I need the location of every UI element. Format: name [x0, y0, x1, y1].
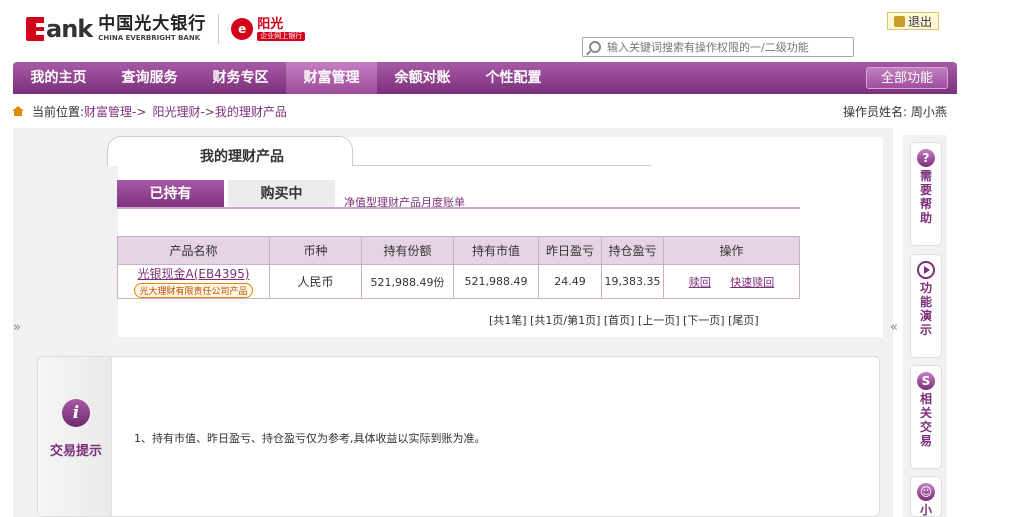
- yesterday-pnl-cell: 24.49: [538, 264, 602, 299]
- main-nav: 我的主页 查询服务 财务专区 财富管理 余额对账 个性配置 全部功能: [13, 62, 957, 94]
- issuer-badge: 光大理财有限责任公司产品: [134, 283, 253, 298]
- nav-item-query[interactable]: 查询服务: [104, 62, 195, 94]
- logo-cn-name: 中国光大银行: [98, 14, 207, 34]
- sunshine-icon: e: [231, 18, 254, 40]
- more-button[interactable]: ☺ 小: [910, 476, 942, 517]
- sunshine-title: 阳光: [257, 16, 284, 32]
- quick-redeem-link[interactable]: 快速赎回: [730, 276, 774, 289]
- col-shares: 持有份额: [361, 236, 454, 265]
- collapse-right-icon[interactable]: «: [890, 320, 898, 335]
- logout-label: 退出: [908, 14, 933, 29]
- col-currency: 币种: [269, 236, 362, 265]
- nav-item-home[interactable]: 我的主页: [13, 62, 104, 94]
- nav-item-finance[interactable]: 财务专区: [195, 62, 286, 94]
- sunshine-subtitle: 企业网上银行: [257, 31, 306, 41]
- logout-icon: [894, 15, 905, 27]
- breadcrumb-wealth[interactable]: 财富管理->: [84, 103, 146, 120]
- logo-separator: [218, 14, 220, 44]
- search-input[interactable]: [607, 40, 847, 54]
- nav-item-balance[interactable]: 余额对账: [377, 62, 468, 94]
- table-row: 光银现金A(EB4395) 光大理财有限责任公司产品 人民币 521,988.4…: [117, 264, 800, 299]
- col-product-name: 产品名称: [117, 236, 270, 265]
- all-functions-button[interactable]: 全部功能: [866, 67, 948, 89]
- tab-underline: [117, 207, 800, 209]
- tips-sidebar: [38, 357, 112, 516]
- tips-label: 交易提示: [50, 444, 103, 459]
- help-button[interactable]: ? 需要帮助: [910, 142, 942, 246]
- logo-ank-text: ank: [46, 15, 93, 43]
- search-box[interactable]: [582, 37, 854, 57]
- demo-label: 功能演示: [919, 281, 932, 337]
- nav-item-settings[interactable]: 个性配置: [468, 62, 559, 94]
- breadcrumb: 当前位置: 财富管理-> 阳光理财->我的理财产品: [12, 103, 287, 119]
- market-value-cell: 521,988.49: [453, 264, 539, 299]
- nav-item-wealth[interactable]: 财富管理: [286, 62, 377, 94]
- title-divider: [353, 165, 651, 166]
- sunshine-badge: e 阳光 企业网上银行: [231, 16, 306, 41]
- related-button[interactable]: S 相关交易: [910, 365, 942, 469]
- search-icon: [589, 41, 601, 53]
- col-yesterday-pnl: 昨日盈亏: [538, 236, 602, 265]
- logout-button[interactable]: 退出: [887, 12, 940, 30]
- shares-cell: 521,988.49份: [361, 264, 454, 299]
- table-header-row: 产品名称 币种 持有份额 持有市值 昨日盈亏 持仓盈亏 操作: [117, 236, 800, 265]
- related-label: 相关交易: [919, 392, 932, 448]
- product-table: 产品名称 币种 持有份额 持有市值 昨日盈亏 持仓盈亏 操作 光银现金A(EB4…: [117, 236, 800, 299]
- col-market-value: 持有市值: [453, 236, 539, 265]
- product-name-link[interactable]: 光银现金A(EB4395): [118, 265, 269, 282]
- home-icon[interactable]: [12, 106, 24, 116]
- smile-icon: ☺: [917, 483, 935, 501]
- operations-cell: 赎回 快速赎回: [663, 264, 800, 299]
- help-icon: ?: [917, 149, 935, 167]
- position-pnl-cell: 19,383.35: [601, 264, 664, 299]
- play-icon: [917, 261, 935, 279]
- col-operations: 操作: [663, 236, 800, 265]
- demo-button[interactable]: 功能演示: [910, 254, 942, 358]
- tips-text: 1、持有市值、昨日盈亏、持仓盈亏仅为参考,具体收益以实际到账为准。: [134, 432, 486, 445]
- redeem-link[interactable]: 赎回: [689, 276, 711, 289]
- logo-e-mark: [26, 17, 44, 41]
- info-icon: i: [62, 399, 90, 427]
- currency-cell: 人民币: [269, 264, 362, 299]
- tab-buying[interactable]: 购买中: [228, 180, 335, 208]
- logo-en-name: CHINA EVERBRIGHT BANK: [98, 34, 201, 42]
- operator-name: 操作员姓名: 周小燕: [843, 105, 947, 119]
- breadcrumb-prefix: 当前位置:: [32, 104, 85, 119]
- col-position-pnl: 持仓盈亏: [601, 236, 664, 265]
- more-label: 小: [919, 503, 932, 517]
- tab-held[interactable]: 已持有: [117, 180, 224, 208]
- bank-logo[interactable]: ank 中国光大银行 CHINA EVERBRIGHT BANK e 阳光 企业…: [26, 14, 306, 44]
- expand-left-icon[interactable]: »: [13, 320, 21, 335]
- page-title: 我的理财产品: [200, 149, 284, 165]
- pagination[interactable]: [共1笔] [共1页/第1页] [首页] [上一页] [下一页] [尾页]: [489, 312, 759, 328]
- refresh-icon: S: [917, 372, 935, 390]
- help-label: 需要帮助: [919, 169, 932, 225]
- product-cell: 光银现金A(EB4395) 光大理财有限责任公司产品: [117, 264, 270, 299]
- header: ank 中国光大银行 CHINA EVERBRIGHT BANK e 阳光 企业…: [0, 0, 1024, 62]
- breadcrumb-products[interactable]: 阳光理财->我的理财产品: [152, 103, 286, 120]
